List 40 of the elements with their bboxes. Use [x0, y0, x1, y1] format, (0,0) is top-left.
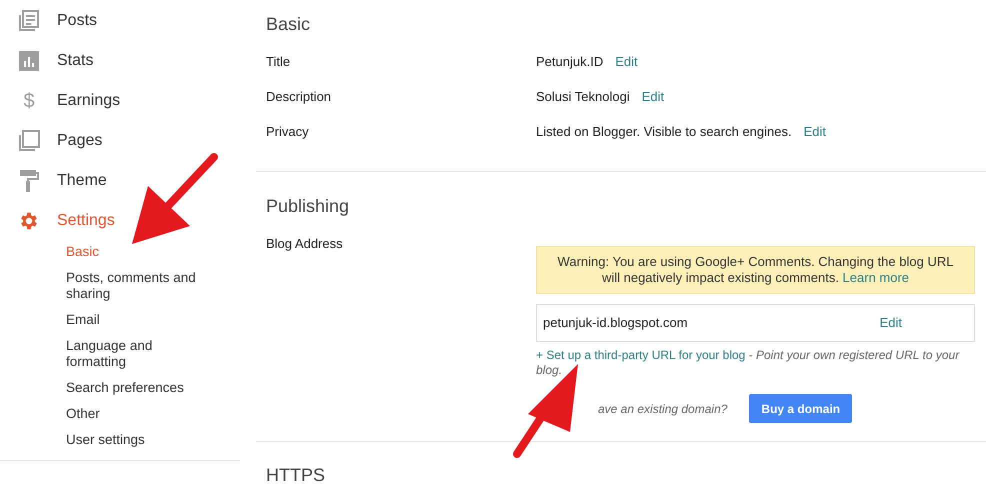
buy-domain-button[interactable]: Buy a domain — [749, 394, 852, 423]
nav-link[interactable]: Stats — [57, 49, 94, 73]
setting-label: Description — [266, 88, 332, 106]
nav-link[interactable]: Earnings — [57, 89, 120, 113]
pages-icon — [18, 130, 40, 152]
bar-chart-icon — [19, 51, 39, 71]
section-heading: Basic — [266, 13, 312, 36]
learn-more-link[interactable]: Learn more — [842, 270, 910, 285]
edit-link[interactable]: Edit — [615, 52, 638, 72]
nav-link[interactable]: Theme — [57, 169, 107, 193]
subnav-link[interactable]: Email — [66, 312, 216, 328]
subnav-link[interactable]: Language and formatting — [66, 338, 216, 370]
setting-value: Petunjuk.ID — [536, 53, 604, 71]
subnav-link[interactable]: Posts, comments and sharing — [66, 270, 216, 302]
paint-roller-icon — [19, 170, 39, 192]
nav-link[interactable]: Settings — [57, 209, 115, 233]
warning-banner: Warning: You are using Google+ Comments. Changing the blog URL will negatively impact existing comments. Learn more — [536, 246, 975, 294]
setting-label: Blog Address — [266, 235, 344, 253]
section-heading: Publishing — [266, 195, 350, 218]
edit-link[interactable]: Edit — [804, 122, 826, 142]
address-value: petunjuk-id.blogspot.com — [543, 314, 688, 332]
subnav-link[interactable]: Search preferences — [66, 380, 216, 396]
dollar-icon: $ — [18, 91, 40, 111]
subnav-link[interactable]: User settings — [66, 432, 216, 448]
setting-value: Listed on Blogger. Visible to search engines. — [536, 123, 792, 141]
third-party-text: + Set up a third-party URL for your blog - Point your own registered URL to your blog. — [536, 348, 961, 378]
domain-question: ave an existing domain? — [598, 400, 728, 418]
nav-link[interactable]: Pages — [57, 129, 102, 153]
third-party-link[interactable]: + Set up a third-party URL for your blog — [536, 348, 746, 362]
address-field[interactable]: petunjuk-id.blogspot.com Edit — [536, 304, 975, 342]
setting-value: Solusi Teknologi — [536, 88, 630, 106]
nav-link[interactable]: Posts — [57, 9, 98, 33]
section-heading: HTTPS — [266, 464, 326, 484]
subnav-link[interactable]: Basic — [66, 244, 216, 260]
document-stack-icon — [18, 10, 40, 32]
setting-label: Privacy — [266, 123, 310, 141]
edit-link[interactable]: Edit — [880, 313, 902, 333]
edit-link[interactable]: Edit — [642, 87, 664, 106]
subnav-link[interactable]: Other — [66, 406, 216, 422]
setting-label: Title — [266, 53, 292, 71]
